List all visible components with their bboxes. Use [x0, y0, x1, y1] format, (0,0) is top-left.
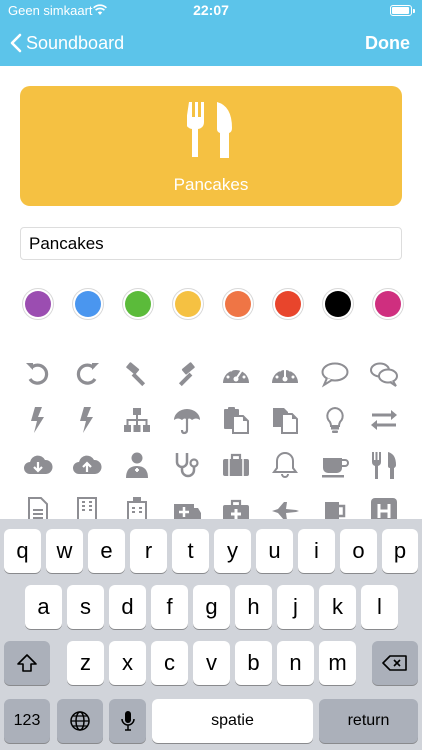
microphone-icon [120, 711, 135, 731]
key-i[interactable]: i [298, 529, 335, 573]
dictation-key[interactable] [109, 699, 146, 743]
exchange-icon[interactable] [369, 405, 399, 435]
bolt-alt-icon[interactable] [72, 405, 102, 435]
chevron-left-icon [10, 33, 22, 53]
fork-knife-icon [187, 102, 232, 158]
user-doctor-icon[interactable] [122, 450, 152, 480]
backspace-icon [382, 655, 407, 671]
comments-icon[interactable] [369, 359, 399, 389]
back-button[interactable]: Soundboard [10, 28, 124, 58]
comment-icon[interactable] [320, 359, 350, 389]
bell-icon[interactable] [270, 450, 300, 480]
key-v[interactable]: v [193, 641, 230, 685]
key-e[interactable]: e [88, 529, 125, 573]
key-g[interactable]: g [193, 585, 230, 629]
return-key[interactable]: return [319, 699, 418, 743]
color-swatch-magenta[interactable] [372, 288, 404, 320]
globe-key[interactable] [57, 699, 103, 743]
dashboard-alt-icon[interactable] [270, 359, 300, 389]
suitcase-icon[interactable] [221, 450, 251, 480]
cloud-download-icon[interactable] [23, 450, 53, 480]
key-q[interactable]: q [4, 529, 41, 573]
key-a[interactable]: a [25, 585, 62, 629]
key-z[interactable]: z [67, 641, 104, 685]
key-h[interactable]: h [235, 585, 272, 629]
color-swatch-blue[interactable] [72, 288, 104, 320]
card-label: Pancakes [173, 175, 249, 194]
key-w[interactable]: w [46, 529, 83, 573]
key-j[interactable]: j [277, 585, 314, 629]
color-swatch-purple[interactable] [22, 288, 54, 320]
hospital-icon[interactable] [122, 496, 152, 520]
key-o[interactable]: o [340, 529, 377, 573]
color-swatch-green[interactable] [122, 288, 154, 320]
gavel-alt-icon[interactable] [172, 359, 202, 389]
clock: 22:07 [193, 2, 229, 18]
key-x[interactable]: x [109, 641, 146, 685]
redo-icon[interactable] [72, 359, 102, 389]
keyboard: q w e r t y u i o p a s d f g h j k l z … [0, 519, 422, 750]
file-icon[interactable] [23, 496, 53, 520]
ambulance-icon[interactable] [172, 496, 202, 520]
done-button[interactable]: Done [365, 28, 410, 58]
undo-icon[interactable] [23, 359, 53, 389]
battery-icon [390, 5, 415, 16]
sitemap-icon[interactable] [122, 405, 152, 435]
dashboard-icon[interactable] [221, 359, 251, 389]
icon-grid [0, 352, 422, 520]
key-b[interactable]: b [235, 641, 272, 685]
key-y[interactable]: y [214, 529, 251, 573]
sound-name-input[interactable]: Pancakes [20, 227, 402, 260]
lightbulb-icon[interactable] [320, 405, 350, 435]
sound-preview-card: Pancakes [20, 86, 402, 206]
stethoscope-icon[interactable] [172, 450, 202, 480]
key-c[interactable]: c [151, 641, 188, 685]
key-m[interactable]: m [319, 641, 356, 685]
fighter-jet-icon[interactable] [270, 496, 300, 520]
gavel-icon[interactable] [122, 359, 152, 389]
medkit-icon[interactable] [221, 496, 251, 520]
status-bar: Geen simkaart 22:07 [0, 0, 422, 22]
bolt-icon[interactable] [23, 405, 53, 435]
globe-icon [70, 711, 90, 731]
beer-icon[interactable] [320, 496, 350, 520]
key-s[interactable]: s [67, 585, 104, 629]
numbers-key[interactable]: 123 [4, 699, 50, 743]
color-swatch-yellow[interactable] [172, 288, 204, 320]
key-f[interactable]: f [151, 585, 188, 629]
coffee-icon[interactable] [320, 450, 350, 480]
back-label: Soundboard [26, 32, 125, 53]
delete-key[interactable] [372, 641, 418, 685]
cloud-upload-icon[interactable] [72, 450, 102, 480]
key-r[interactable]: r [130, 529, 167, 573]
key-p[interactable]: p [382, 529, 418, 573]
key-t[interactable]: t [172, 529, 209, 573]
building-icon[interactable] [72, 496, 102, 520]
key-k[interactable]: k [319, 585, 356, 629]
umbrella-icon[interactable] [172, 405, 202, 435]
h-square-icon[interactable] [369, 496, 399, 520]
color-swatch-orange[interactable] [222, 288, 254, 320]
color-swatch-red[interactable] [272, 288, 304, 320]
color-swatch-black[interactable] [322, 288, 354, 320]
shift-icon [17, 654, 37, 672]
key-n[interactable]: n [277, 641, 314, 685]
space-key[interactable]: spatie [152, 699, 313, 743]
key-l[interactable]: l [361, 585, 398, 629]
key-d[interactable]: d [109, 585, 146, 629]
fork-knife-icon[interactable] [369, 450, 399, 480]
copy-icon[interactable] [270, 405, 300, 435]
paste-icon[interactable] [221, 405, 251, 435]
shift-key[interactable] [4, 641, 50, 685]
key-u[interactable]: u [256, 529, 293, 573]
